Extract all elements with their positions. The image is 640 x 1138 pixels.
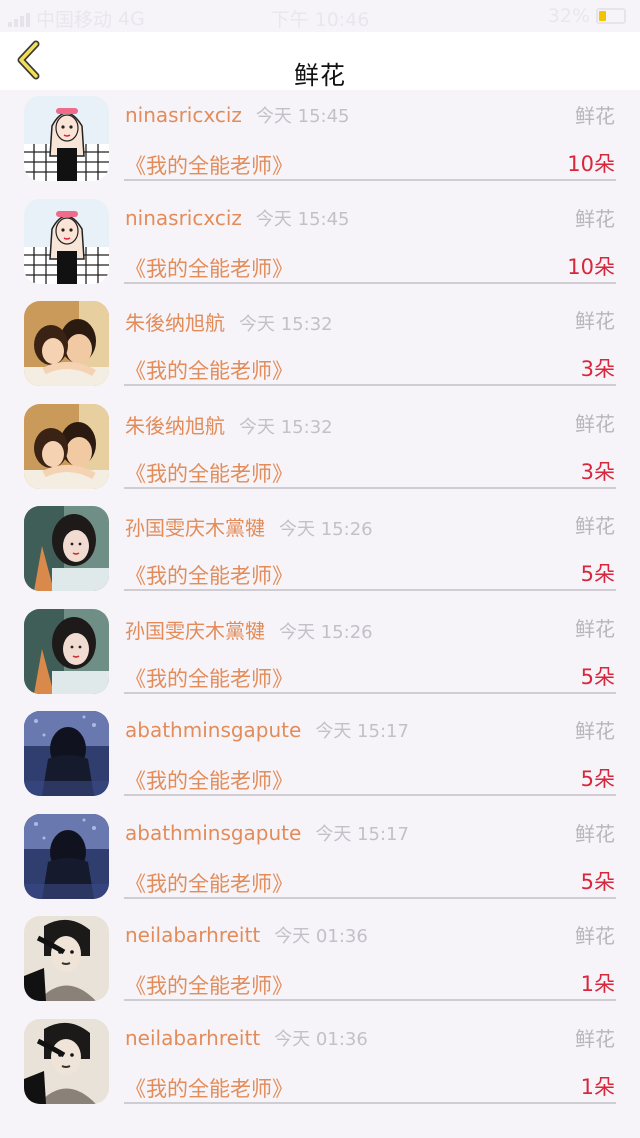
timestamp: 今天 15:17 xyxy=(315,721,409,742)
page-title: 鲜花 xyxy=(293,61,346,90)
book-title-link[interactable]: 《我的全能老师》 xyxy=(125,355,293,385)
status-bar: 中国移动 4G 下午 10:46 32% xyxy=(0,0,640,32)
status-time: 下午 10:46 xyxy=(270,9,370,31)
book-title-link[interactable]: 《我的全能老师》 xyxy=(125,970,293,1000)
row-divider xyxy=(124,1101,616,1104)
timestamp: 今天 01:36 xyxy=(274,926,368,947)
avatar[interactable] xyxy=(24,403,109,489)
flower-count: 1朵 xyxy=(580,972,615,996)
flower-count: 5朵 xyxy=(580,869,615,894)
avatar[interactable] xyxy=(24,301,109,386)
user-name-line: 孙国雯庆木黨犍 今天 15:26 xyxy=(125,512,373,541)
list-item[interactable]: abathminsgapute 今天 15:17 鲜花《我的全能老师》 5朵 xyxy=(0,808,640,911)
gift-type-label: 鲜花 xyxy=(575,206,615,231)
gift-type-label: 鲜花 xyxy=(575,1026,615,1051)
navigation-bar: 鲜花 xyxy=(0,32,640,90)
gift-type-label: 鲜花 xyxy=(575,821,615,846)
list-item[interactable]: abathminsgapute 今天 15:17 鲜花《我的全能老师》 5朵 xyxy=(0,705,640,808)
book-title-link[interactable]: 《我的全能老师》 xyxy=(125,458,293,488)
status-right: 32% xyxy=(548,5,626,27)
user-name-line: abathminsgapute 今天 15:17 xyxy=(125,717,409,743)
avatar[interactable] xyxy=(24,608,109,694)
row-divider xyxy=(124,794,616,796)
flower-count: 5朵 xyxy=(580,562,615,586)
avatar[interactable] xyxy=(24,506,109,591)
avatar[interactable] xyxy=(24,1018,109,1104)
list-item[interactable]: ninasricxciz 今天 15:45 鲜花《我的全能老师》 10朵 xyxy=(0,193,640,296)
user-name: abathminsgapute xyxy=(125,718,302,742)
gift-type-label: 鲜花 xyxy=(575,514,615,538)
user-name: 孙国雯庆木黨犍 xyxy=(125,516,265,540)
user-name: ninasricxciz xyxy=(125,103,242,127)
user-name-line: ninasricxciz 今天 15:45 xyxy=(125,205,350,231)
book-title-link[interactable]: 《我的全能老师》 xyxy=(125,663,293,693)
timestamp: 今天 15:45 xyxy=(255,208,350,230)
list-item[interactable]: 孙国雯庆木黨犍 今天 15:26 鲜花《我的全能老师》 5朵 xyxy=(0,603,640,706)
gift-type-label: 鲜花 xyxy=(575,616,615,641)
row-divider xyxy=(124,486,616,489)
row-divider xyxy=(124,589,616,591)
user-name-line: neilabarhreitt 今天 01:36 xyxy=(125,922,368,948)
list-item[interactable]: neilabarhreitt 今天 01:36 鲜花《我的全能老师》 1朵 xyxy=(0,1013,640,1116)
book-title-link[interactable]: 《我的全能老师》 xyxy=(125,150,293,180)
timestamp: 今天 15:26 xyxy=(279,519,373,540)
flower-count: 3朵 xyxy=(580,357,615,381)
flower-count: 3朵 xyxy=(580,459,615,484)
row-divider xyxy=(124,691,616,694)
row-divider xyxy=(124,999,616,1001)
gift-type-label: 鲜花 xyxy=(575,411,615,436)
timestamp: 今天 15:32 xyxy=(239,416,333,438)
book-title-link[interactable]: 《我的全能老师》 xyxy=(125,765,293,795)
user-name-line: abathminsgapute 今天 15:17 xyxy=(125,820,409,846)
flower-count: 10朵 xyxy=(567,152,615,176)
gift-type-label: 鲜花 xyxy=(575,924,615,948)
list-item[interactable]: 朱後纳旭航 今天 15:32 鲜花《我的全能老师》 3朵 xyxy=(0,295,640,398)
gift-record-list: ninasricxciz 今天 15:45 鲜花 《我的全能老师》 10朵 ninasri… xyxy=(0,90,640,1115)
gift-type-label: 鲜花 xyxy=(575,309,615,333)
timestamp: 今天 01:36 xyxy=(274,1028,368,1050)
list-item[interactable]: neilabarhreitt 今天 01:36 鲜花《我的全能老师》 1朵 xyxy=(0,910,640,1013)
book-title-link[interactable]: 《我的全能老师》 xyxy=(125,1073,293,1103)
avatar[interactable] xyxy=(24,96,109,181)
book-title-link[interactable]: 《我的全能老师》 xyxy=(125,253,293,283)
timestamp: 今天 15:26 xyxy=(279,621,373,643)
list-item[interactable]: 孙国雯庆木黨犍 今天 15:26 鲜花《我的全能老师》 5朵 xyxy=(0,500,640,603)
timestamp: 今天 15:32 xyxy=(239,314,333,335)
list-item[interactable]: 朱後纳旭航 今天 15:32 鲜花《我的全能老师》 3朵 xyxy=(0,398,640,501)
user-name-line: 朱後纳旭航 今天 15:32 xyxy=(125,307,333,336)
gift-type-label: 鲜花 xyxy=(575,719,615,743)
battery-icon xyxy=(596,8,626,24)
avatar[interactable] xyxy=(24,198,109,284)
user-name-line: 孙国雯庆木黨犍 今天 15:26 xyxy=(125,615,373,644)
battery-percent: 32% xyxy=(547,5,590,27)
flower-count: 5朵 xyxy=(580,767,615,791)
user-name: neilabarhreitt xyxy=(125,1025,261,1050)
user-name-line: ninasricxciz 今天 15:45 xyxy=(125,102,350,128)
user-name: 朱後纳旭航 xyxy=(125,311,225,335)
avatar[interactable] xyxy=(24,916,109,1001)
user-name-line: neilabarhreitt 今天 01:36 xyxy=(125,1025,368,1051)
row-divider xyxy=(124,281,616,284)
gift-type-label: 鲜花 xyxy=(575,104,615,128)
user-name-line: 朱後纳旭航 今天 15:32 xyxy=(125,410,333,439)
user-name: 朱後纳旭航 xyxy=(125,413,225,438)
row-divider xyxy=(124,179,616,181)
row-divider xyxy=(124,384,616,386)
book-title-link[interactable]: 《我的全能老师》 xyxy=(125,868,293,898)
book-title-link[interactable]: 《我的全能老师》 xyxy=(125,560,293,590)
user-name: ninasricxciz xyxy=(125,205,242,230)
timestamp: 今天 15:45 xyxy=(255,106,350,127)
timestamp: 今天 15:17 xyxy=(315,823,409,845)
flower-count: 1朵 xyxy=(580,1074,615,1099)
row-divider xyxy=(124,896,616,899)
user-name: 孙国雯庆木黨犍 xyxy=(125,618,265,643)
list-item[interactable]: ninasricxciz 今天 15:45 鲜花《我的全能老师》 10朵 xyxy=(0,90,640,193)
flower-count: 10朵 xyxy=(567,254,615,279)
user-name: abathminsgapute xyxy=(125,820,302,845)
avatar[interactable] xyxy=(24,711,109,796)
user-name: neilabarhreitt xyxy=(125,923,261,947)
avatar[interactable] xyxy=(24,813,109,899)
flower-count: 5朵 xyxy=(580,664,615,689)
